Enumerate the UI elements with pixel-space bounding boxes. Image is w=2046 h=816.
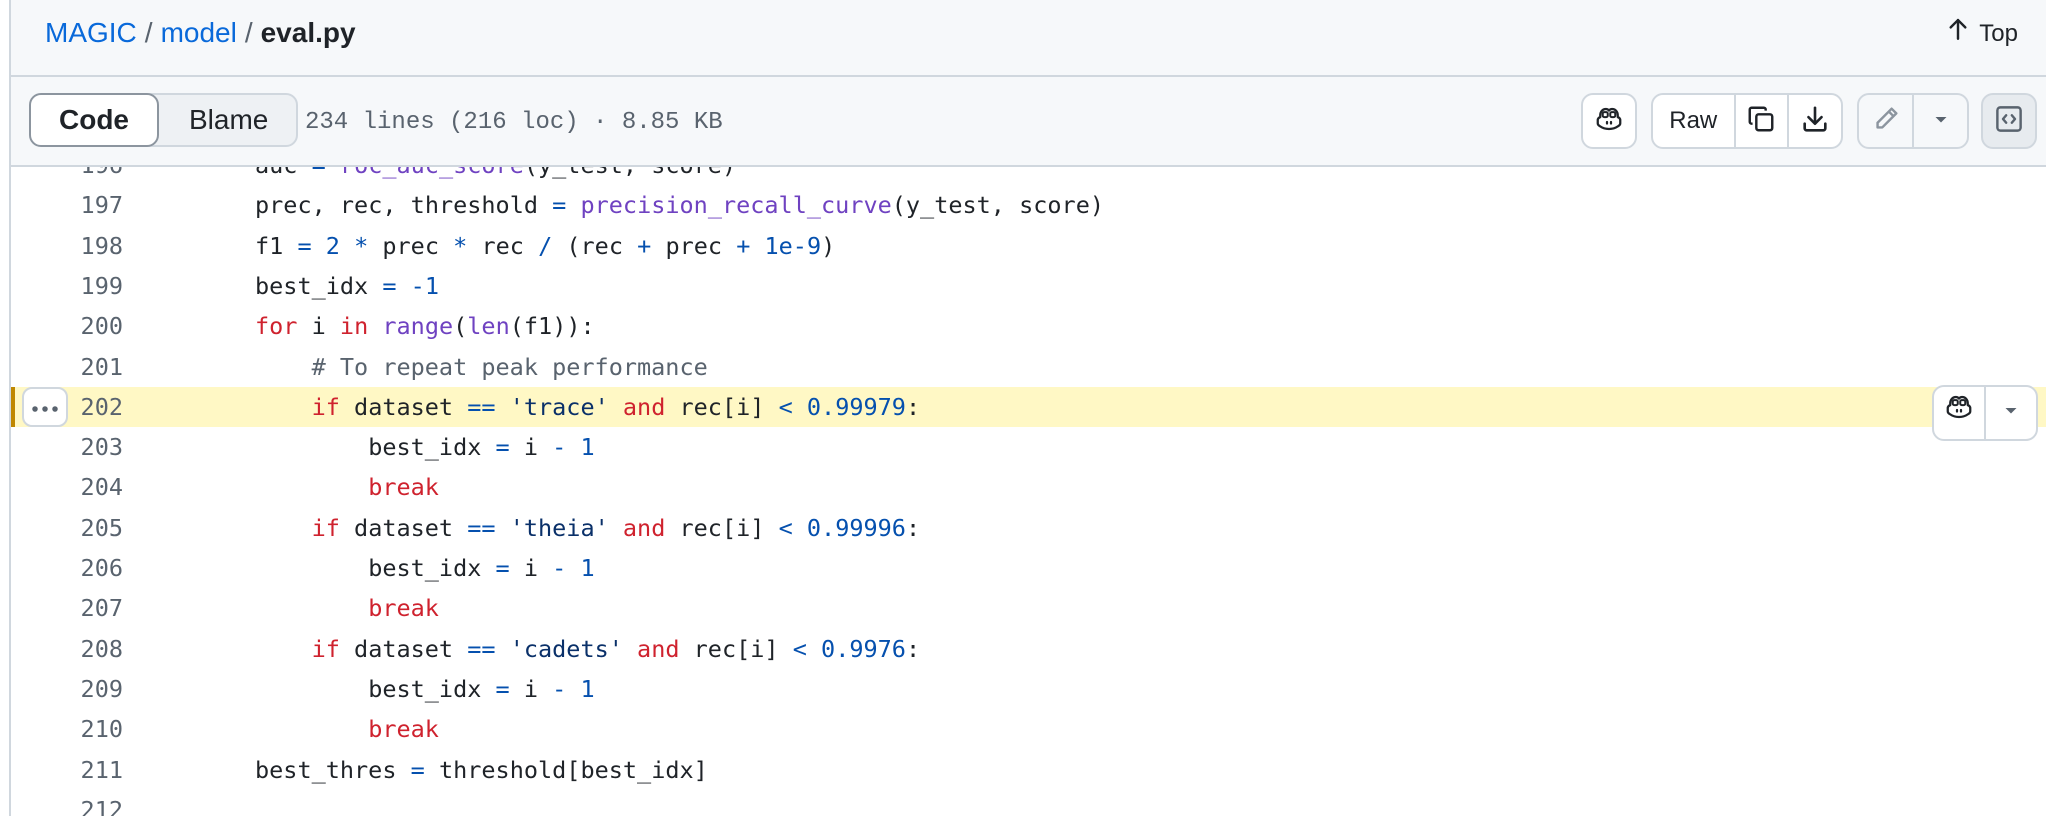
file-info: 234 lines (216 loc) · 8.85 KB	[305, 109, 723, 136]
line-number[interactable]: 209	[11, 669, 123, 709]
line-number[interactable]: 211	[11, 750, 123, 790]
back-to-top-label: Top	[1979, 20, 2018, 47]
line-code: f1 = 2 * prec * rec / (rec + prec + 1e-9…	[255, 231, 836, 260]
view-switcher: Code Blame	[29, 93, 299, 147]
code-line[interactable]: 209 best_idx = i - 1	[11, 669, 2046, 709]
line-number[interactable]: 204	[11, 467, 123, 507]
code-line[interactable]: 207 break	[11, 588, 2046, 628]
line-number[interactable]: 206	[11, 548, 123, 588]
code-line[interactable]: 205 if dataset == 'theia' and rec[i] < 0…	[11, 508, 2046, 548]
line-number[interactable]: 203	[11, 427, 123, 467]
tab-blame[interactable]: Blame	[147, 93, 299, 147]
line-code: best_idx = i - 1	[368, 554, 595, 582]
line-number[interactable]: 200	[11, 306, 123, 346]
line-code: break	[368, 594, 439, 623]
breadcrumb-repo-link[interactable]: MAGIC	[45, 17, 137, 48]
breadcrumb: MAGIC / model / eval.py	[45, 14, 356, 52]
line-code: break	[368, 715, 439, 744]
line-code: if dataset == 'trace' and rec[i] < 0.999…	[311, 392, 921, 421]
line-number[interactable]: 210	[11, 709, 123, 749]
line-code: best_idx = -1	[255, 271, 439, 300]
line-code: if dataset == 'cadets' and rec[i] < 0.99…	[311, 634, 921, 663]
edit-options-dropdown[interactable]	[1914, 95, 1967, 147]
line-number[interactable]: 212	[11, 790, 123, 816]
breadcrumb-file-name: eval.py	[260, 17, 356, 48]
line-number[interactable]: 201	[11, 347, 123, 387]
breadcrumb-separator: /	[244, 17, 253, 48]
code-line[interactable]: 210 break	[11, 709, 2046, 749]
line-number[interactable]: 207	[11, 588, 123, 628]
line-number[interactable]: 199	[11, 266, 123, 306]
line-code: break	[368, 473, 439, 502]
line-number[interactable]: 202	[11, 387, 123, 427]
edit-file-button[interactable]	[1859, 95, 1914, 147]
arrow-up-icon	[1945, 16, 1971, 52]
code-line[interactable]: 197 prec, rec, threshold = precision_reca…	[11, 185, 2046, 225]
line-code: for i in range(len(f1)):	[255, 312, 595, 341]
code-line[interactable]: 212	[11, 790, 2046, 816]
code-line[interactable]: 206 best_idx = i - 1	[11, 548, 2046, 588]
code-line[interactable]: 211 best_thres = threshold[best_idx]	[11, 750, 2046, 790]
code-line[interactable]: 201 # To repeat peak performance	[11, 347, 2046, 387]
line-number[interactable]: 208	[11, 629, 123, 669]
code-line[interactable]: 203 best_idx = i - 1	[11, 427, 2046, 467]
line-number[interactable]: 196	[11, 167, 123, 185]
breadcrumb-folder-link[interactable]: model	[161, 17, 237, 48]
line-number[interactable]: 205	[11, 508, 123, 548]
back-to-top-button[interactable]: Top	[1945, 16, 2018, 52]
page-left-border	[0, 0, 11, 816]
line-number[interactable]: 197	[11, 185, 123, 225]
copilot-button[interactable]	[1581, 93, 1637, 149]
download-raw-button[interactable]	[1789, 95, 1841, 147]
triangle-down-icon	[1930, 108, 1952, 135]
copy-raw-button[interactable]	[1736, 95, 1790, 147]
code-line[interactable]: 204 break	[11, 467, 2046, 507]
tab-code[interactable]: Code	[29, 93, 159, 147]
raw-button[interactable]: Raw	[1653, 95, 1736, 147]
line-code: best_thres = threshold[best_idx]	[255, 755, 708, 784]
file-toolbar: Code Blame 234 lines (216 loc) · 8.85 KB…	[11, 77, 2046, 167]
line-code: best_idx = i - 1	[368, 674, 595, 703]
copy-icon	[1746, 104, 1776, 139]
line-code: # To repeat peak performance	[311, 352, 708, 381]
code-line[interactable]: 196 auc = roc_auc_score(y_test, score)	[11, 167, 2046, 185]
edit-button-group	[1857, 93, 1969, 149]
line-code: auc = roc_auc_score(y_test, score)	[255, 167, 736, 185]
code-line[interactable]: 198 f1 = 2 * prec * rec / (rec + prec + 1…	[11, 226, 2046, 266]
symbols-panel-button[interactable]	[1981, 93, 2037, 149]
line-code: if dataset == 'theia' and rec[i] < 0.999…	[311, 513, 921, 542]
breadcrumb-separator: /	[144, 17, 153, 48]
line-number[interactable]: 198	[11, 226, 123, 266]
line-code: prec, rec, threshold = precision_recall_…	[255, 191, 1105, 220]
copilot-icon	[1594, 104, 1624, 139]
code-line[interactable]: 208 if dataset == 'cadets' and rec[i] < …	[11, 629, 2046, 669]
file-header: MAGIC / model / eval.py Top	[11, 0, 2046, 77]
download-icon	[1800, 104, 1830, 139]
code-view: 196auc = roc_auc_score(y_test, score)197…	[11, 167, 2046, 816]
code-line[interactable]: 202 if dataset == 'trace' and rec[i] < 0…	[11, 384, 2046, 441]
code-line[interactable]: 199 best_idx = -1	[11, 266, 2046, 306]
code-square-icon	[1994, 104, 2024, 139]
raw-copy-download-group: Raw	[1651, 93, 1843, 149]
code-line[interactable]: 200 for i in range(len(f1)):	[11, 306, 2046, 346]
line-code: best_idx = i - 1	[368, 433, 595, 462]
pencil-icon	[1871, 104, 1901, 139]
